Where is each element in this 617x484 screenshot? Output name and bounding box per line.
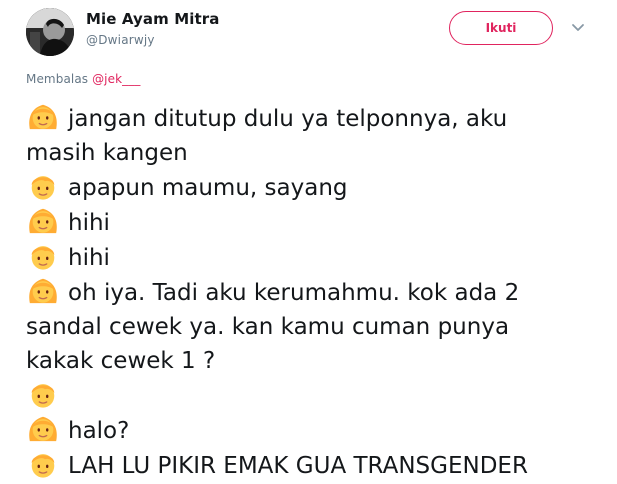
display-name[interactable]: Mie Ayam Mitra [86,10,219,28]
follow-button[interactable]: Ikuti [449,11,553,45]
profile-photo-avatar-icon [26,8,74,56]
tweet-line-text: kakak cewek 1 ? [26,348,216,374]
tweet-line: hihi [26,205,606,240]
boy-emoji-icon [26,378,60,409]
girl-emoji-icon [26,275,60,306]
tweet-line-text: apapun maumu, sayang [68,175,348,201]
tweet-line [26,378,606,413]
tweet-line-text: masih kangen [26,140,188,166]
tweet-line-text: LAH LU PIKIR EMAK GUA TRANSGENDER [68,453,528,479]
replying-to-label: Membalas [26,72,89,86]
tweet-line: oh iya. Tadi aku kerumahmu. kok ada 2 [26,275,606,310]
tweet-text: jangan ditutup dulu ya telponnya, aku mas… [26,101,606,483]
chevron-down-icon[interactable] [570,22,586,34]
girl-emoji-icon [26,101,60,132]
tweet-line: hihi [26,240,606,275]
tweet-line: kakak cewek 1 ? [26,344,606,378]
girl-emoji-icon [26,205,60,236]
tweet-line-text: sandal cewek ya. kan kamu cuman punya [26,314,510,340]
tweet-line-text: halo? [68,418,130,444]
mention-link[interactable]: @jek___ [92,72,140,86]
tweet-line-text: jangan ditutup dulu ya telponnya, aku [68,106,508,132]
tweet-line-text: oh iya. Tadi aku kerumahmu. kok ada 2 [68,280,520,306]
boy-emoji-icon [26,448,60,479]
girl-emoji-icon [26,413,60,444]
boy-emoji-icon [26,170,60,201]
tweet-line-text: hihi [68,245,110,271]
tweet-line: apapun maumu, sayang [26,170,606,205]
replying-to: Membalas @jek___ [26,72,140,86]
tweet-header: Mie Ayam Mitra @Dwiarwjy Ikuti [0,0,617,70]
boy-emoji-icon [26,240,60,271]
tweet-line: jangan ditutup dulu ya telponnya, aku [26,101,606,136]
user-handle[interactable]: @Dwiarwjy [86,33,155,47]
tweet-line: masih kangen [26,136,606,170]
tweet-line: sandal cewek ya. kan kamu cuman punya [26,310,606,344]
tweet-line: LAH LU PIKIR EMAK GUA TRANSGENDER [26,448,606,483]
tweet-line-text: hihi [68,210,110,236]
avatar[interactable] [26,8,74,56]
tweet-line: halo? [26,413,606,448]
